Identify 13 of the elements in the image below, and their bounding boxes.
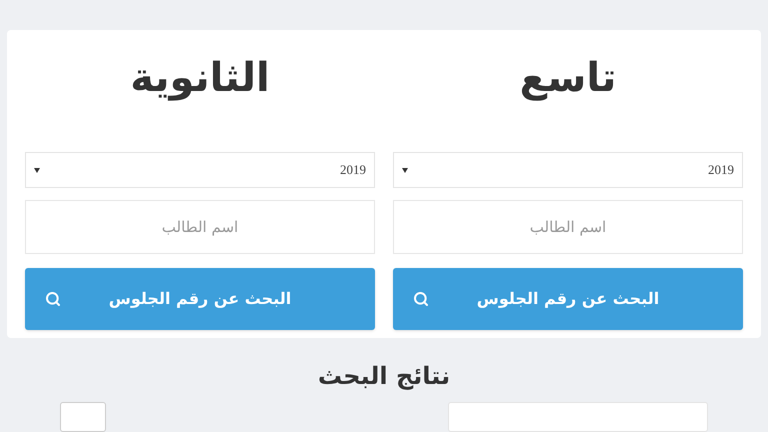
year-select[interactable]: 2019 <box>393 152 743 188</box>
input-field[interactable] <box>60 402 106 432</box>
input-field[interactable] <box>448 402 708 432</box>
input-field[interactable]: اسم الطالب <box>393 200 743 254</box>
caret-icon <box>402 168 408 172</box>
search-icon <box>413 291 429 307</box>
search-icon <box>45 291 61 307</box>
caret-icon <box>34 168 40 172</box>
results-heading: نتائج البحث <box>318 364 450 388</box>
form-title: تاسع <box>520 58 616 103</box>
form-title: الثانوية <box>130 58 270 103</box>
year-select[interactable]: 2019 <box>25 152 375 188</box>
input-field[interactable]: اسم الطالب <box>25 200 375 254</box>
